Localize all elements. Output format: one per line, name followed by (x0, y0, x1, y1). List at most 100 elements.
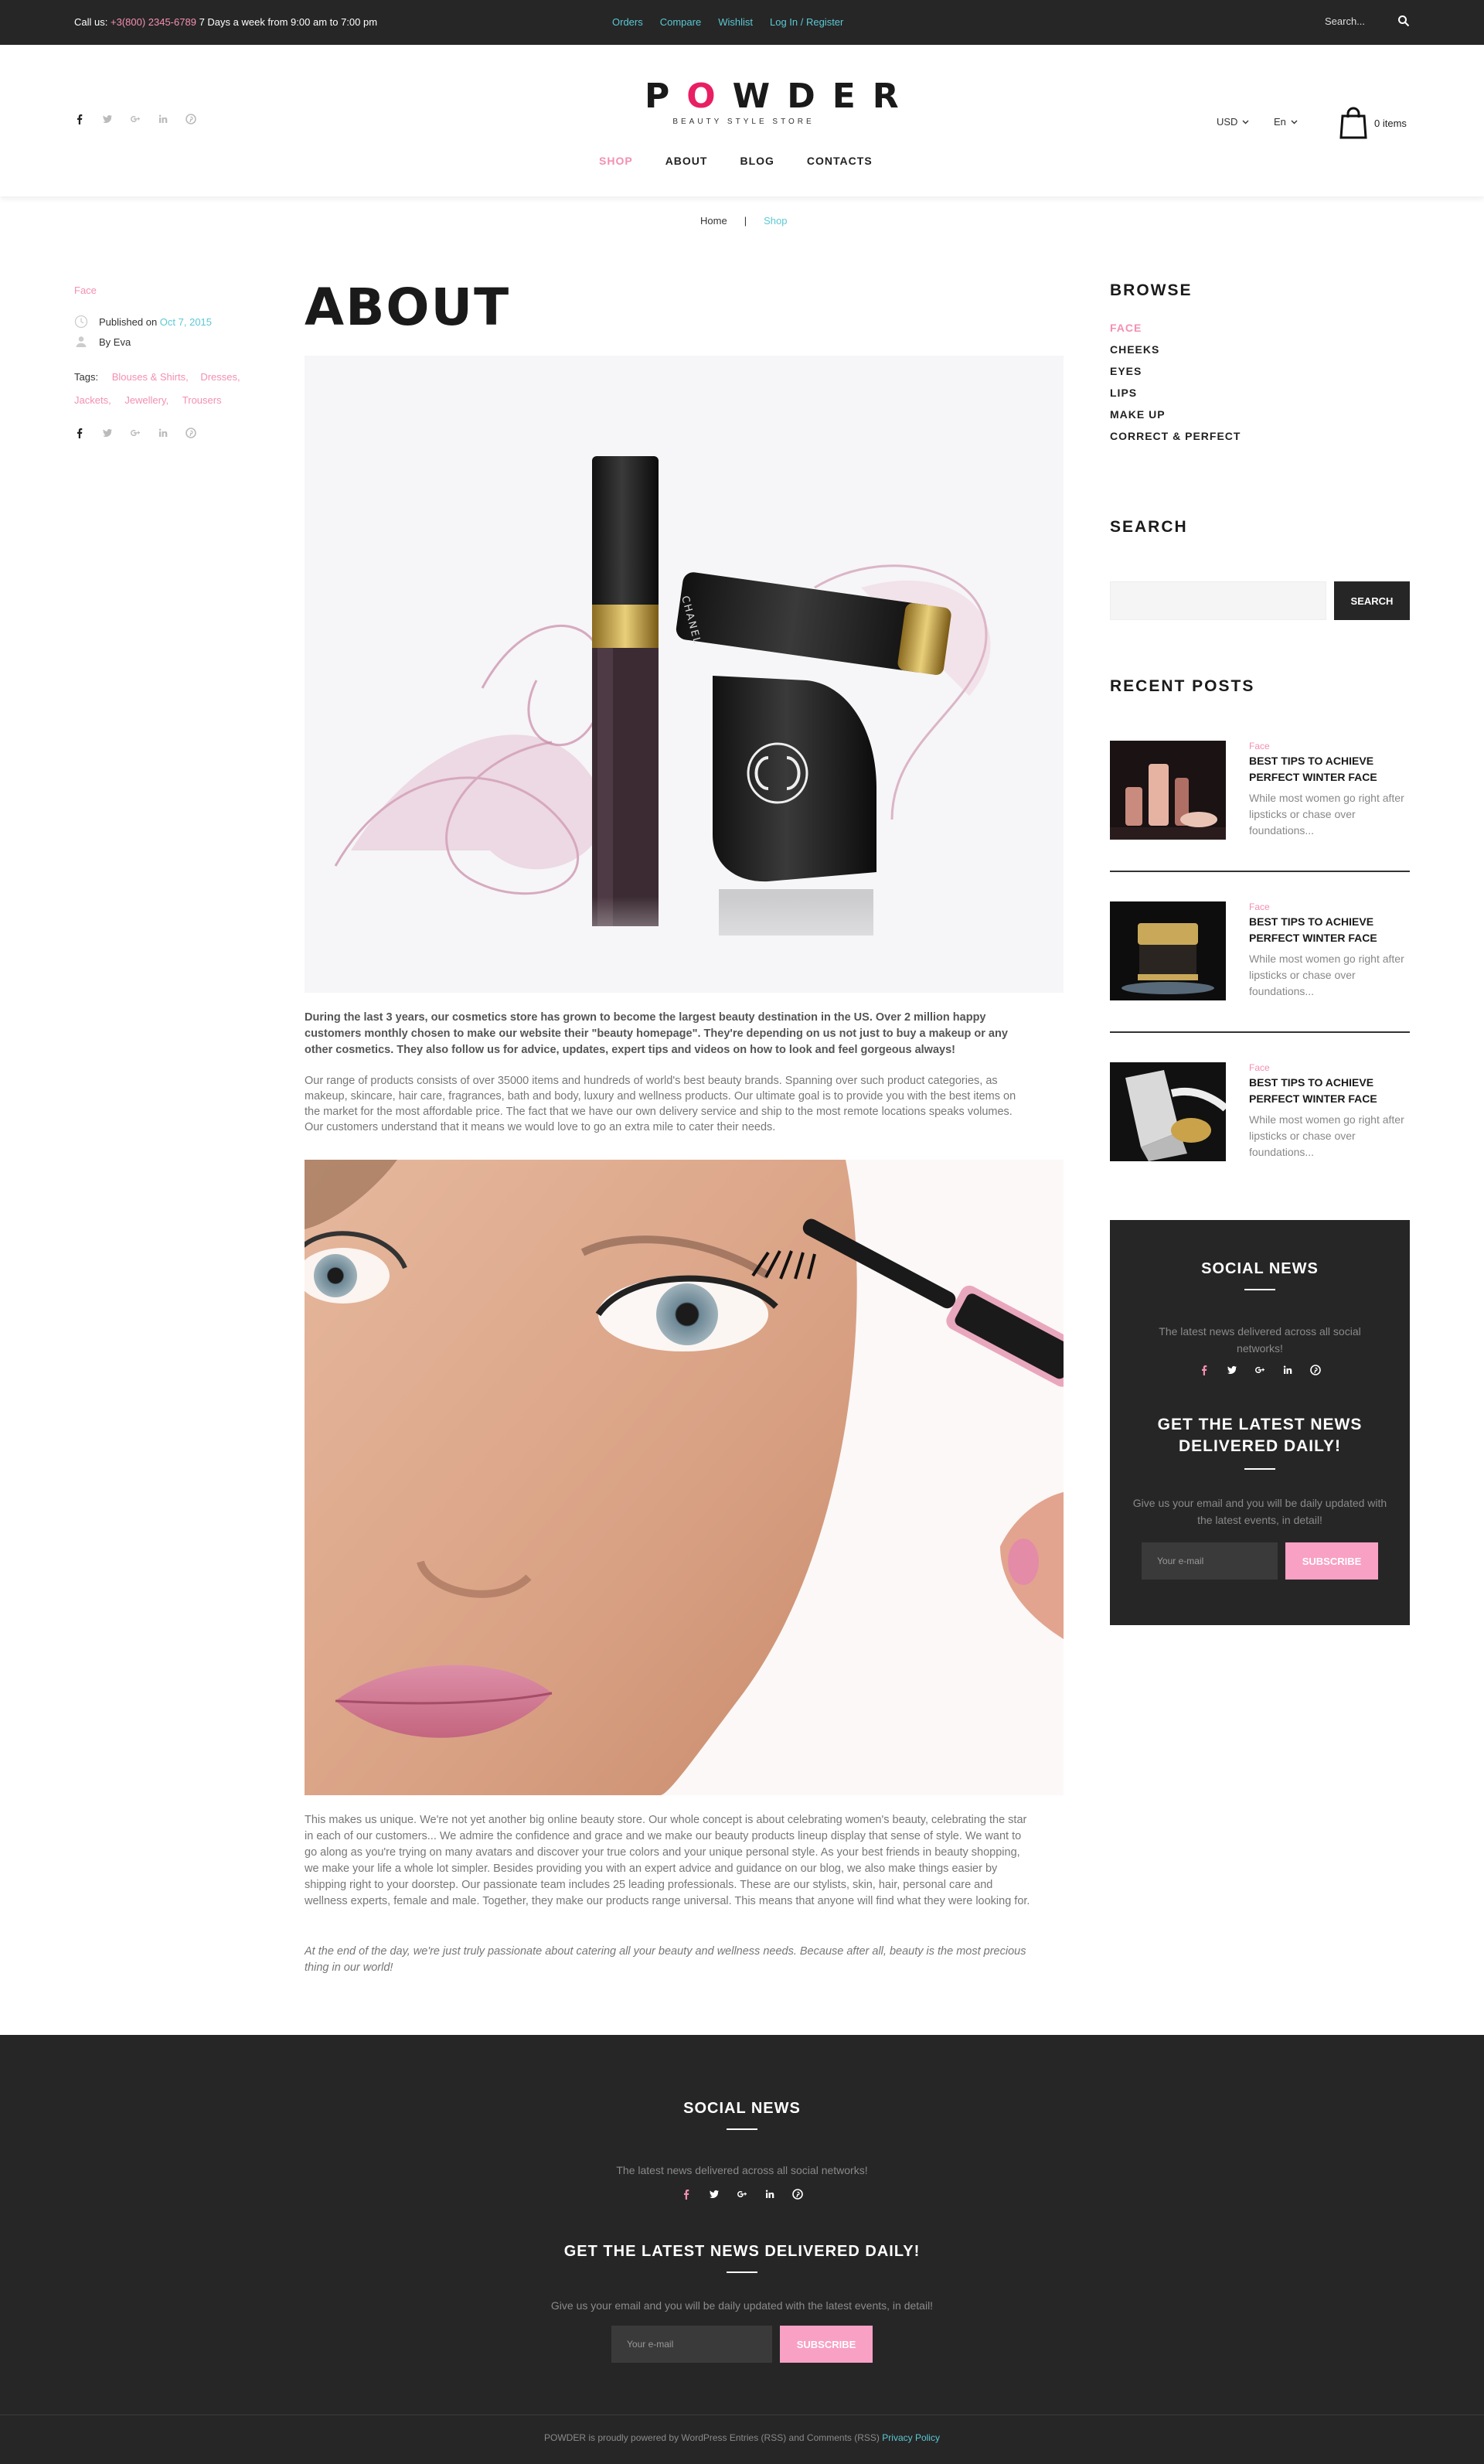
post-thumbnail[interactable] (1110, 1062, 1226, 1161)
post-title[interactable]: BEST TIPS TO ACHIEVE PERFECT WINTER FACE (1249, 914, 1410, 946)
browse-item-make-up[interactable]: MAKE UP (1110, 404, 1410, 425)
linkedin-icon[interactable] (764, 2189, 775, 2200)
widget-email-input[interactable]: Your e-mail (1142, 1542, 1278, 1580)
breadcrumb-separator: | (744, 215, 747, 227)
facebook-icon[interactable] (681, 2189, 692, 2200)
published-date[interactable]: Oct 7, 2015 (160, 316, 212, 328)
pinterest-icon[interactable] (792, 2189, 803, 2200)
search-icon[interactable] (1397, 14, 1410, 28)
orders-link[interactable]: Orders (612, 16, 643, 28)
logo-word: POWDER (645, 77, 916, 116)
google-plus-icon[interactable] (737, 2189, 747, 2200)
logo[interactable]: POWDER BEAUTY STYLE STORE (628, 77, 916, 127)
browse-item-cheeks[interactable]: CHEEKS (1110, 339, 1410, 360)
recent-posts-title: RECENT POSTS (1110, 677, 1255, 695)
google-plus-icon[interactable] (130, 114, 141, 124)
nav-shop[interactable]: SHOP (599, 155, 633, 167)
twitter-icon[interactable] (102, 114, 113, 124)
user-icon (76, 336, 87, 347)
tag-link[interactable]: Dresses, (200, 371, 240, 383)
twitter-icon[interactable] (102, 428, 113, 438)
breadcrumb-home[interactable]: Home (700, 215, 727, 227)
copyright-text: POWDER is proudly powered by WordPress E… (544, 2432, 880, 2443)
post-thumbnail[interactable] (1110, 741, 1226, 840)
twitter-icon[interactable] (1227, 1365, 1237, 1375)
top-links: Orders Compare Wishlist Log In / Registe… (612, 16, 843, 28)
footer-subscribe-button[interactable]: SUBSCRIBE (780, 2326, 873, 2363)
tag-link[interactable]: Trousers (182, 394, 222, 406)
widget-social-icons (1110, 1365, 1410, 1375)
nav-blog[interactable]: BLOG (740, 155, 774, 167)
browse-item-eyes[interactable]: EYES (1110, 360, 1410, 382)
page-title: ABOUT (305, 278, 511, 337)
recent-post[interactable]: Face BEST TIPS TO ACHIEVE PERFECT WINTER… (1110, 901, 1410, 1033)
google-plus-icon[interactable] (1254, 1365, 1265, 1375)
copyright: POWDER is proudly powered by WordPress E… (0, 2432, 1484, 2443)
search-title: SEARCH (1110, 518, 1188, 536)
tag-link[interactable]: Jewellery, (124, 394, 168, 406)
sidebar-search-input[interactable] (1110, 581, 1326, 620)
post-thumbnail[interactable] (1110, 901, 1226, 1000)
recent-post[interactable]: Face BEST TIPS TO ACHIEVE PERFECT WINTER… (1110, 741, 1410, 872)
post-category[interactable]: Face (1249, 901, 1410, 912)
article: ABOUT CHANEL During the last 3 years, ou… (305, 277, 1064, 1974)
facebook-icon[interactable] (74, 428, 85, 438)
title-divider (727, 2128, 757, 2130)
browse-item-lips[interactable]: LIPS (1110, 382, 1410, 404)
cosmetics-product-image: CHANEL (305, 356, 1064, 993)
tag-link[interactable]: Jackets, (74, 394, 111, 406)
browse-item-face[interactable]: FACE (1110, 317, 1410, 339)
pinterest-icon[interactable] (186, 114, 196, 124)
top-bar: Call us: +3(800) 2345-6789 7 Days a week… (0, 0, 1484, 45)
linkedin-icon[interactable] (1282, 1365, 1293, 1375)
published-label: Published on (99, 315, 158, 328)
language-value: En (1274, 116, 1286, 128)
nav-contacts[interactable]: CONTACTS (807, 155, 873, 167)
post-excerpt: While most women go right after lipstick… (1249, 953, 1404, 997)
facebook-icon[interactable] (74, 114, 85, 124)
chevron-down-icon (1242, 120, 1249, 124)
tag-link[interactable]: Blouses & Shirts, (112, 371, 189, 383)
post-meta: Face Published on Oct 7, 2015 By Eva Tag… (74, 285, 260, 438)
compare-link[interactable]: Compare (660, 16, 701, 28)
wishlist-link[interactable]: Wishlist (718, 16, 753, 28)
shopping-bag-icon (1339, 107, 1367, 139)
search-button[interactable]: SEARCH (1334, 581, 1410, 620)
widget-social-title: SOCIAL NEWS (1201, 1260, 1319, 1277)
article-quote: At the end of the day, we're just truly … (305, 1945, 1026, 1974)
cart-button[interactable]: 0 items (1339, 107, 1407, 139)
browse-list: FACE CHEEKS EYES LIPS MAKE UP CORRECT & … (1110, 317, 1410, 447)
widget-daily-title: GET THE LATEST NEWS DELIVERED DAILY! (1157, 1416, 1363, 1455)
top-search-input[interactable]: Search... (1325, 15, 1365, 27)
phone-number[interactable]: +3(800) 2345-6789 (111, 16, 196, 28)
google-plus-icon[interactable] (130, 428, 141, 438)
post-category[interactable]: Face (1249, 1062, 1410, 1073)
browse-widget: BROWSE FACE CHEEKS EYES LIPS MAKE UP COR… (1110, 281, 1410, 447)
footer-email-input[interactable]: Your e-mail (611, 2326, 772, 2363)
title-divider (1244, 1468, 1275, 1470)
login-register-link[interactable]: Log In / Register (770, 16, 843, 28)
currency-select[interactable]: USD (1217, 116, 1249, 128)
browse-item-correct-perfect[interactable]: CORRECT & PERFECT (1110, 425, 1410, 447)
meta-category[interactable]: Face (74, 285, 97, 296)
language-select[interactable]: En (1274, 116, 1298, 128)
linkedin-icon[interactable] (158, 114, 168, 124)
twitter-icon[interactable] (709, 2189, 720, 2200)
privacy-policy-link[interactable]: Privacy Policy (882, 2432, 940, 2443)
nav-about[interactable]: ABOUT (665, 155, 708, 167)
widget-subscribe-button[interactable]: SUBSCRIBE (1285, 1542, 1378, 1580)
facebook-icon[interactable] (1199, 1365, 1210, 1375)
search-widget: SEARCH (1110, 518, 1410, 537)
recent-post[interactable]: Face BEST TIPS TO ACHIEVE PERFECT WINTER… (1110, 1062, 1410, 1194)
newsletter-widget: SOCIAL NEWS The latest news delivered ac… (1110, 1220, 1410, 1625)
search-form: SEARCH (1110, 581, 1410, 620)
post-title[interactable]: BEST TIPS TO ACHIEVE PERFECT WINTER FACE (1249, 1075, 1410, 1107)
pinterest-icon[interactable] (1310, 1365, 1321, 1375)
author-name: By Eva (99, 336, 131, 348)
linkedin-icon[interactable] (158, 428, 168, 438)
meta-tags: Tags: Blouses & Shirts, Dresses, Jackets… (74, 366, 260, 412)
pinterest-icon[interactable] (186, 428, 196, 438)
post-title[interactable]: BEST TIPS TO ACHIEVE PERFECT WINTER FACE (1249, 753, 1410, 786)
title-divider (727, 2271, 757, 2273)
post-category[interactable]: Face (1249, 741, 1410, 751)
